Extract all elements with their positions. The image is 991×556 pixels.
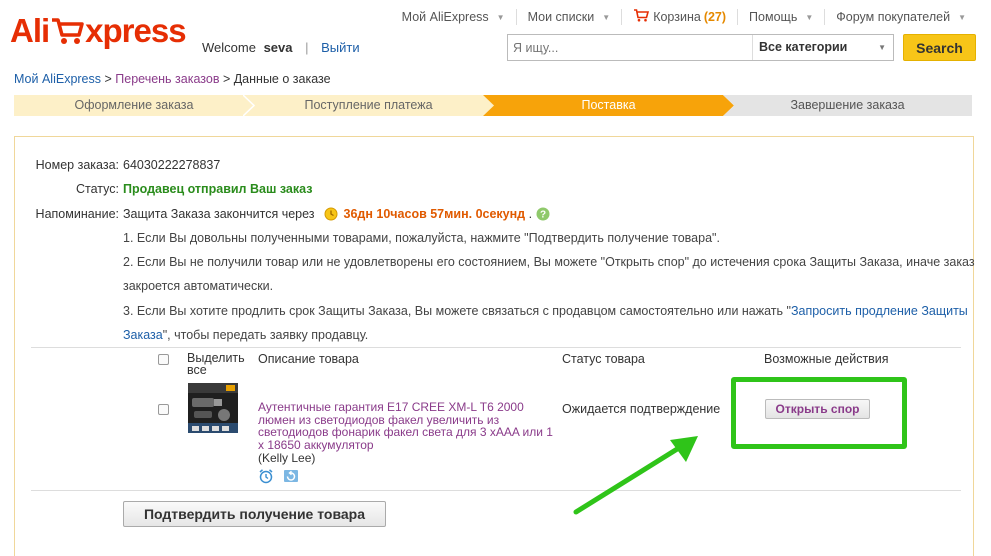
select-all-checkbox[interactable] — [158, 354, 169, 365]
nav-forum-label: Форум покупателей — [836, 10, 951, 24]
select-all-line-2: все — [187, 363, 207, 377]
logout-link[interactable]: Выйти — [321, 40, 360, 55]
nav-my-aliexpress-label: Мой AliExpress — [401, 10, 489, 24]
logo-text-ali: Ali — [10, 12, 50, 49]
cart-count-badge: (27) — [703, 10, 727, 24]
svg-text:?: ? — [540, 210, 546, 221]
table-top-divider — [31, 347, 961, 348]
note-3b: Заказа", чтобы передать заявку продавцу. — [123, 328, 368, 342]
breadcrumb-separator: > — [101, 72, 116, 86]
step-label: Оформление заказа — [74, 98, 194, 112]
search-bar: Все категории ▼ — [507, 34, 894, 61]
note-2b: закроется автоматически. — [123, 279, 274, 293]
clock-icon — [324, 207, 338, 224]
top-navigation: Мой AliExpress ▼ Мои списки ▼ Корзина (2… — [391, 9, 977, 25]
chevron-down-icon: ▼ — [805, 12, 814, 22]
logo-text-xpress: xpress — [85, 12, 186, 49]
product-thumbnail[interactable] — [188, 383, 238, 433]
order-reminder-label: Напоминание: — [35, 207, 119, 221]
order-reminder-row: Напоминание: Защита Заказа закончится че… — [15, 207, 915, 225]
step-completed: Завершение заказа — [723, 95, 972, 116]
nav-help-label: Помощь — [749, 10, 798, 24]
table-bottom-divider — [31, 490, 961, 491]
note-3-end: ", чтобы передать заявку продавцу. — [162, 328, 369, 342]
logo-cart-icon — [50, 16, 84, 54]
col-description-header: Описание товара — [258, 352, 359, 366]
nav-cart[interactable]: Корзина (27) — [621, 9, 737, 25]
order-number-value: 64030222278837 — [123, 158, 221, 172]
order-reminder-value: Защита Заказа закончится через 36дн 10ча… — [123, 207, 550, 224]
category-select[interactable]: Все категории ▼ — [752, 35, 893, 60]
order-status-value: Продавец отправил Ваш заказ — [123, 182, 313, 196]
product-title-link[interactable]: Аутентичные гарантия E17 CREE XM-L T6 20… — [258, 401, 558, 451]
select-all-label: Выделить все — [187, 352, 257, 377]
help-icon[interactable]: ? — [536, 207, 550, 224]
chevron-down-icon: ▼ — [958, 12, 966, 22]
order-number-row: Номер заказа: 64030222278837 — [15, 158, 915, 174]
order-progress-steps: Оформление заказа Поступление платежа По… — [14, 95, 972, 116]
seller-name[interactable]: (Kelly Lee) — [258, 451, 315, 465]
product-checkbox[interactable] — [158, 404, 169, 415]
nav-help[interactable]: Помощь ▼ — [737, 9, 824, 25]
col-status-header: Статус товара — [562, 352, 645, 366]
order-details-panel: Номер заказа: 64030222278837 Статус: Про… — [14, 136, 975, 556]
step-order-placed: Оформление заказа — [14, 95, 254, 116]
breadcrumb-orders[interactable]: Перечень заказов — [115, 72, 219, 86]
open-dispute-button[interactable]: Открыть спор — [765, 399, 870, 419]
chevron-down-icon: ▼ — [496, 12, 505, 22]
step-label: Завершение заказа — [790, 98, 905, 112]
cart-icon — [633, 9, 650, 25]
welcome-separator: | — [305, 40, 309, 55]
reminder-end: . — [528, 207, 533, 221]
username: seva — [263, 40, 293, 55]
breadcrumb-current: Данные о заказе — [233, 72, 331, 86]
step-delivery: Поставка — [483, 95, 734, 116]
nav-my-aliexpress[interactable]: Мой AliExpress ▼ — [391, 9, 516, 25]
note-1: 1. Если Вы довольны полученными товарами… — [123, 231, 720, 245]
note-3a: 3. Если Вы хотите продлить срок Защиты З… — [123, 304, 968, 318]
breadcrumb-separator: > — [219, 72, 234, 86]
request-extension-link-cont[interactable]: Заказа — [123, 328, 163, 342]
note-2a: 2. Если Вы не получили товар или не удов… — [123, 255, 975, 269]
col-actions-header: Возможные действия — [764, 352, 889, 366]
product-status: Ожидается подтверждение — [562, 402, 721, 416]
nav-my-lists[interactable]: Мои списки ▼ — [515, 9, 622, 25]
alarm-clock-icon[interactable] — [258, 468, 274, 487]
refresh-icon[interactable] — [283, 468, 299, 487]
step-payment: Поступление платежа — [243, 95, 494, 116]
annotation-arrow-icon — [573, 436, 698, 515]
nav-forum[interactable]: Форум покупателей ▼ — [824, 9, 977, 25]
aliexpress-logo[interactable]: Ali xpress — [10, 12, 187, 54]
confirm-receipt-button[interactable]: Подтвердить получение товара — [123, 501, 386, 527]
chevron-down-icon: ▼ — [602, 12, 611, 22]
welcome-text: Welcome — [202, 40, 256, 55]
note-3-text: 3. Если Вы хотите продлить срок Защиты З… — [123, 304, 791, 318]
nav-cart-label: Корзина — [653, 10, 701, 24]
reminder-text: Защита Заказа закончится через — [123, 207, 315, 221]
category-select-value: Все категории — [759, 40, 848, 54]
order-status-row: Статус: Продавец отправил Ваш заказ — [15, 182, 915, 198]
breadcrumb-my-aliexpress[interactable]: Мой AliExpress — [14, 72, 101, 86]
request-extension-link[interactable]: Запросить продление Защиты — [791, 304, 968, 318]
step-label: Поступление платежа — [304, 98, 433, 112]
search-button[interactable]: Search — [903, 34, 976, 61]
order-status-label: Статус: — [76, 182, 119, 196]
protection-timer: 36дн 10часов 57мин. 0секунд — [343, 207, 526, 221]
step-label: Поставка — [581, 98, 636, 112]
search-input[interactable] — [508, 35, 751, 60]
nav-my-lists-label: Мои списки — [527, 10, 595, 24]
order-number-label: Номер заказа: — [35, 158, 119, 172]
welcome-bar: Welcome seva | Выйти — [202, 40, 360, 55]
chevron-down-icon: ▼ — [878, 43, 886, 52]
breadcrumb: Мой AliExpress > Перечень заказов > Данн… — [14, 72, 331, 86]
